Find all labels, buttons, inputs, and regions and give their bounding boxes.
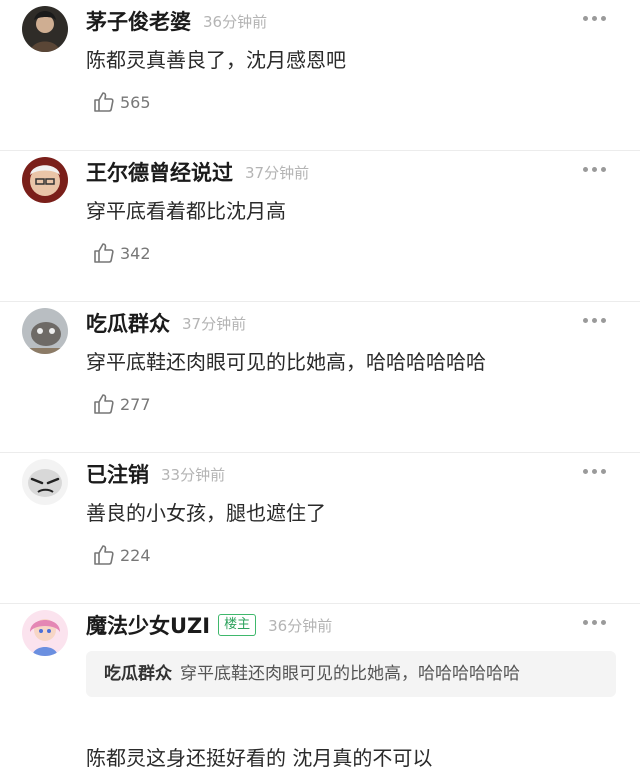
comment-item: 王尔德曾经说过 37分钟前 穿平底看着都比沈月高 342 <box>0 151 640 302</box>
comment-time: 37分钟前 <box>245 163 310 182</box>
avatar-image <box>22 157 68 203</box>
avatar[interactable] <box>22 610 68 656</box>
like-count: 224 <box>120 545 151 565</box>
comment-item-reply: 魔法少女UZI 楼主 36分钟前 吃瓜群众 穿平底鞋还肉眼可见的比她高，哈哈哈哈哈… <box>0 604 640 774</box>
comment-item: 吃瓜群众 37分钟前 穿平底鞋还肉眼可见的比她高，哈哈哈哈哈哈 277 <box>0 302 640 453</box>
like-button[interactable]: 565 <box>92 90 151 114</box>
comment-time: 36分钟前 <box>203 12 268 31</box>
comment-list: 茅子俊老婆 36分钟前 陈都灵真善良了，沈月感恩吧 565 王尔德曾经说过 37… <box>0 0 640 774</box>
comment-text: 穿平底鞋还肉眼可见的比她高，哈哈哈哈哈哈 <box>86 350 486 374</box>
comment-time: 33分钟前 <box>161 465 226 484</box>
comment-text: 陈都灵这身还挺好看的 沈月真的不可以 <box>86 746 433 770</box>
comment-time: 37分钟前 <box>182 314 247 333</box>
thumbs-up-icon <box>94 394 114 414</box>
thumbs-up-icon <box>94 243 114 263</box>
avatar[interactable] <box>22 157 68 203</box>
avatar[interactable] <box>22 459 68 505</box>
username-text[interactable]: 魔法少女UZI <box>86 610 210 640</box>
username-text[interactable]: 吃瓜群众 <box>86 308 170 338</box>
thumbs-up-icon <box>94 545 114 565</box>
username-text[interactable]: 王尔德曾经说过 <box>86 157 233 187</box>
username[interactable]: 茅子俊老婆 36分钟前 <box>86 6 267 36</box>
username-text[interactable]: 已注销 <box>86 459 149 489</box>
comment-item: 已注销 33分钟前 善良的小女孩，腿也遮住了 224 <box>0 453 640 604</box>
avatar-image <box>22 6 68 52</box>
avatar-image <box>22 459 68 505</box>
like-count: 342 <box>120 243 151 263</box>
comment-time: 36分钟前 <box>268 616 333 635</box>
quoted-username[interactable]: 吃瓜群众 <box>104 664 172 684</box>
username[interactable]: 吃瓜群众 37分钟前 <box>86 308 246 338</box>
more-dots-icon[interactable] <box>583 167 606 172</box>
username[interactable]: 王尔德曾经说过 37分钟前 <box>86 157 309 187</box>
more-dots-icon[interactable] <box>583 620 606 625</box>
comment-text: 善良的小女孩，腿也遮住了 <box>86 501 326 525</box>
more-dots-icon[interactable] <box>583 318 606 323</box>
like-count: 277 <box>120 394 151 414</box>
comment-item: 茅子俊老婆 36分钟前 陈都灵真善良了，沈月感恩吧 565 <box>0 0 640 151</box>
comment-text: 陈都灵真善良了，沈月感恩吧 <box>86 48 346 72</box>
quoted-comment[interactable]: 吃瓜群众 穿平底鞋还肉眼可见的比她高，哈哈哈哈哈哈 <box>86 651 616 697</box>
username[interactable]: 已注销 33分钟前 <box>86 459 225 489</box>
like-button[interactable]: 224 <box>92 543 151 567</box>
more-dots-icon[interactable] <box>583 16 606 21</box>
avatar-image <box>22 308 68 354</box>
more-dots-icon[interactable] <box>583 469 606 474</box>
avatar[interactable] <box>22 6 68 52</box>
avatar[interactable] <box>22 308 68 354</box>
avatar-image <box>22 610 68 656</box>
thumbs-up-icon <box>94 92 114 112</box>
like-count: 565 <box>120 92 151 112</box>
quoted-text: 穿平底鞋还肉眼可见的比她高，哈哈哈哈哈哈 <box>180 664 520 684</box>
like-button[interactable]: 342 <box>92 241 151 265</box>
username[interactable]: 魔法少女UZI 楼主 36分钟前 <box>86 610 332 640</box>
op-badge: 楼主 <box>218 614 257 636</box>
like-button[interactable]: 277 <box>92 392 151 416</box>
username-text[interactable]: 茅子俊老婆 <box>86 6 191 36</box>
comment-text: 穿平底看着都比沈月高 <box>86 199 286 223</box>
